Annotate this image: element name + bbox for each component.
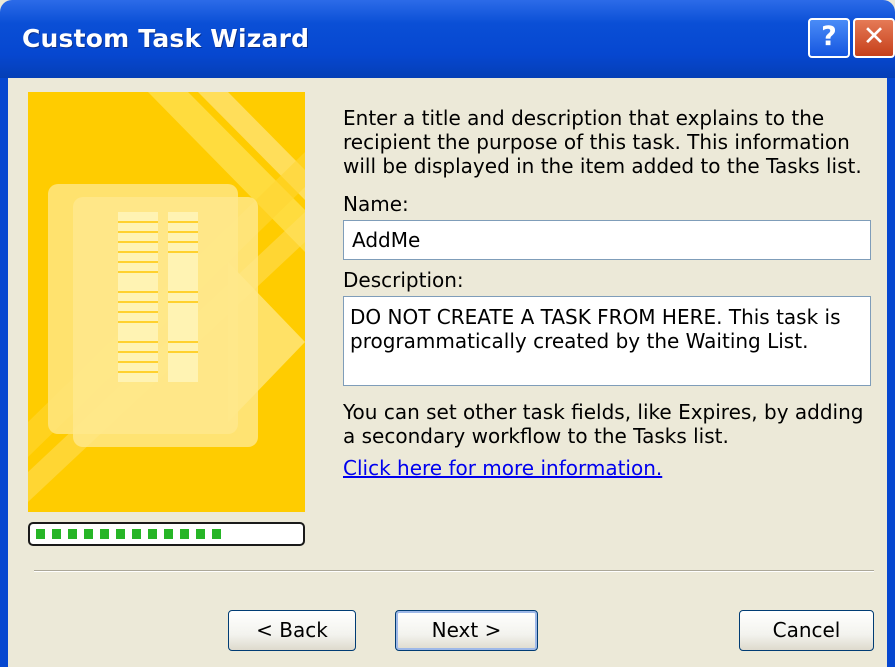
cancel-button[interactable]: Cancel — [739, 610, 874, 651]
name-label: Name: — [343, 192, 409, 216]
wizard-banner-image — [28, 92, 305, 512]
button-separator — [34, 570, 874, 572]
progress-segment — [52, 529, 61, 539]
window-title: Custom Task Wizard — [22, 24, 310, 53]
progress-segment — [180, 529, 189, 539]
secondary-workflow-note: You can set other task fields, like Expi… — [343, 400, 864, 448]
description-label: Description: — [343, 268, 464, 292]
window-border-right — [887, 78, 895, 667]
progress-segment — [212, 529, 221, 539]
progress-segment — [116, 529, 125, 539]
intro-text: Enter a title and description that expla… — [343, 106, 862, 178]
progress-segment — [148, 529, 157, 539]
next-button[interactable]: Next > — [395, 610, 538, 651]
document-illustration-icon — [28, 92, 305, 512]
progress-segment — [196, 529, 205, 539]
help-button[interactable]: ? — [808, 18, 850, 58]
more-info-link[interactable]: Click here for more information. — [343, 456, 662, 480]
progress-segment — [36, 529, 45, 539]
wizard-progress-bar — [28, 522, 305, 546]
name-input[interactable] — [343, 220, 871, 260]
title-bar[interactable]: Custom Task Wizard ? ✕ — [0, 0, 895, 78]
description-textarea[interactable]: DO NOT CREATE A TASK FROM HERE. This tas… — [343, 296, 871, 386]
progress-segment — [164, 529, 173, 539]
progress-segment — [132, 529, 141, 539]
progress-segment — [68, 529, 77, 539]
close-button[interactable]: ✕ — [853, 18, 895, 58]
progress-segment — [100, 529, 109, 539]
back-button[interactable]: < Back — [228, 610, 356, 651]
wizard-window: Custom Task Wizard ? ✕ Enter a title and… — [0, 0, 895, 667]
window-border-left — [0, 78, 8, 667]
progress-segment — [84, 529, 93, 539]
